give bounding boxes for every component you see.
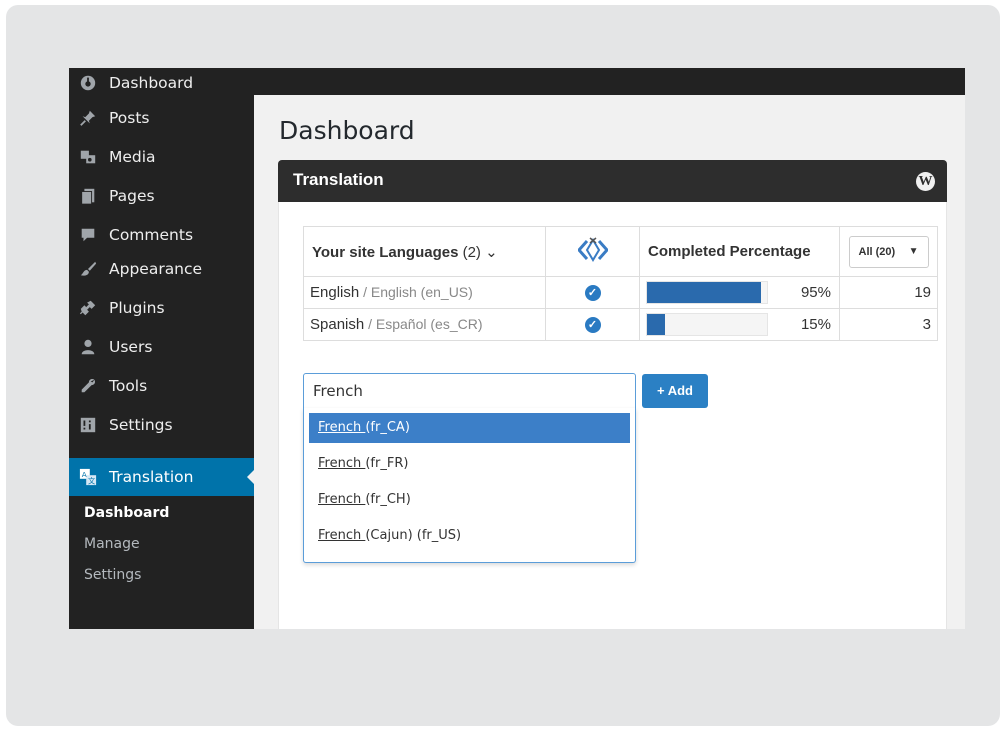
screenshot-frame: Dashboard Posts Media Pages Comments App… xyxy=(6,5,1000,726)
translation-panel: Translation W Your site Languages (2) ⌄ … xyxy=(278,160,947,629)
check-circle-icon: ✓ xyxy=(584,317,601,334)
table-row[interactable]: Spanish / Español (es_CR) ✓ 15% 3 xyxy=(303,308,938,341)
svg-text:A: A xyxy=(82,470,87,479)
option-code: (fr_FR) xyxy=(365,456,409,471)
submenu-item-dashboard[interactable]: Dashboard xyxy=(69,498,254,529)
translate-icon: A文 xyxy=(79,468,97,486)
sidebar-item-dashboard[interactable]: Dashboard xyxy=(69,68,254,98)
progress-bar xyxy=(646,281,768,304)
string-count: 3 xyxy=(839,308,938,341)
language-filter-select[interactable]: All (20) ▼ xyxy=(848,235,929,268)
plugin-icon xyxy=(79,299,97,317)
pushpin-icon xyxy=(79,109,97,127)
check-circle-icon: ✓ xyxy=(584,285,601,302)
add-language-button[interactable]: + Add xyxy=(642,374,708,408)
status-cell: ✓ xyxy=(545,308,640,341)
language-name[interactable]: Spanish xyxy=(310,316,364,333)
sidebar-item-label: Dashboard xyxy=(109,74,194,92)
language-name-cell: English / English (en_US) xyxy=(303,276,546,309)
sidebar-item-users[interactable]: Users xyxy=(69,330,254,364)
sidebar-item-settings[interactable]: Settings xyxy=(69,408,254,442)
progress-percent: 95% xyxy=(800,284,831,301)
sidebar-item-label: Appearance xyxy=(109,260,203,278)
wordpress-logo-icon: W xyxy=(916,172,935,191)
progress-fill xyxy=(647,314,665,335)
panel-title: Translation xyxy=(293,170,384,189)
filter-value: All (20) xyxy=(858,245,896,258)
progress-cell: 15% xyxy=(639,308,840,341)
suggestion-option[interactable]: French (fr_CA) xyxy=(309,413,630,443)
sidebar-item-media[interactable]: Media xyxy=(69,140,254,174)
header-completed-percentage: Completed Percentage xyxy=(639,226,840,277)
sidebar-item-posts[interactable]: Posts xyxy=(69,101,254,135)
submenu-item-settings[interactable]: Settings xyxy=(69,560,254,591)
header-languages-label: Your site Languages xyxy=(312,243,459,261)
sidebar-item-label: Settings xyxy=(109,416,173,434)
user-icon xyxy=(79,338,97,356)
sidebar-item-pages[interactable]: Pages xyxy=(69,179,254,213)
admin-sidebar: Dashboard Posts Media Pages Comments App… xyxy=(69,68,255,629)
option-code: (Cajun) (fr_US) xyxy=(365,528,462,543)
language-native: / Español (es_CR) xyxy=(364,316,483,332)
comment-icon xyxy=(79,226,97,244)
sidebar-item-label: Tools xyxy=(109,377,148,395)
option-code: (fr_CH) xyxy=(365,492,411,507)
header-icon-cell xyxy=(545,226,640,277)
sidebar-item-plugins[interactable]: Plugins xyxy=(69,291,254,325)
wrench-icon xyxy=(79,377,97,395)
sidebar-item-label: Pages xyxy=(109,187,155,205)
suggestion-option[interactable]: French (Cajun) (fr_US) xyxy=(309,521,630,551)
progress-cell: 95% xyxy=(639,276,840,309)
svg-text:文: 文 xyxy=(88,476,95,485)
sidebar-item-label: Media xyxy=(109,148,156,166)
language-name[interactable]: English xyxy=(310,284,359,301)
language-suggestions-dropdown: French (fr_CA) French (fr_FR) French (fr… xyxy=(303,408,636,563)
page-title: Dashboard xyxy=(279,116,415,145)
dashboard-icon xyxy=(79,74,97,92)
option-name: French xyxy=(318,420,366,435)
table-header-row: Your site Languages (2) ⌄ Completed Perc… xyxy=(303,226,938,277)
table-row[interactable]: English / English (en_US) ✓ 95% 19 xyxy=(303,276,938,309)
translation-submenu: Dashboard Manage Settings xyxy=(69,498,254,591)
option-code: (fr_CA) xyxy=(365,420,410,435)
header-filter-cell: All (20) ▼ xyxy=(839,226,938,277)
progress-percent: 15% xyxy=(800,316,831,333)
caret-down-icon: ▼ xyxy=(908,245,919,257)
sidebar-item-tools[interactable]: Tools xyxy=(69,369,254,403)
sidebar-item-appearance[interactable]: Appearance xyxy=(69,252,254,286)
submenu-item-manage[interactable]: Manage xyxy=(69,529,254,560)
media-icon xyxy=(79,148,97,166)
option-name: French xyxy=(318,528,366,543)
languages-table: Your site Languages (2) ⌄ Completed Perc… xyxy=(303,226,938,341)
pages-icon xyxy=(79,187,97,205)
status-cell: ✓ xyxy=(545,276,640,309)
language-name-cell: Spanish / Español (es_CR) xyxy=(303,308,546,341)
sidebar-item-label: Comments xyxy=(109,226,194,244)
progress-bar xyxy=(646,313,768,336)
language-count: (2) ⌄ xyxy=(462,243,498,261)
wp-admin-window: Dashboard Posts Media Pages Comments App… xyxy=(69,68,965,629)
sidebar-item-label: Plugins xyxy=(109,299,165,317)
header-site-languages[interactable]: Your site Languages (2) ⌄ xyxy=(303,226,546,277)
paintbrush-icon xyxy=(79,260,97,278)
option-name: French xyxy=(318,456,366,471)
settings-icon xyxy=(79,416,97,434)
active-indicator xyxy=(247,469,255,485)
progress-fill xyxy=(647,282,761,303)
suggestion-option[interactable]: French (fr_CH) xyxy=(309,485,630,515)
string-count: 19 xyxy=(839,276,938,309)
sidebar-item-label: Users xyxy=(109,338,153,356)
option-name: French xyxy=(318,492,366,507)
sidebar-item-comments[interactable]: Comments xyxy=(69,218,254,252)
panel-header: Translation W xyxy=(278,160,947,202)
sidebar-item-label: Translation xyxy=(109,468,194,486)
suggestion-option[interactable]: French (fr_FR) xyxy=(309,449,630,479)
sidebar-item-translation[interactable]: A文 Translation xyxy=(69,458,255,496)
language-native: / English (en_US) xyxy=(359,284,473,300)
sidebar-item-label: Posts xyxy=(109,109,150,127)
language-swap-icon xyxy=(576,236,609,267)
add-language-input[interactable]: French xyxy=(303,373,636,409)
